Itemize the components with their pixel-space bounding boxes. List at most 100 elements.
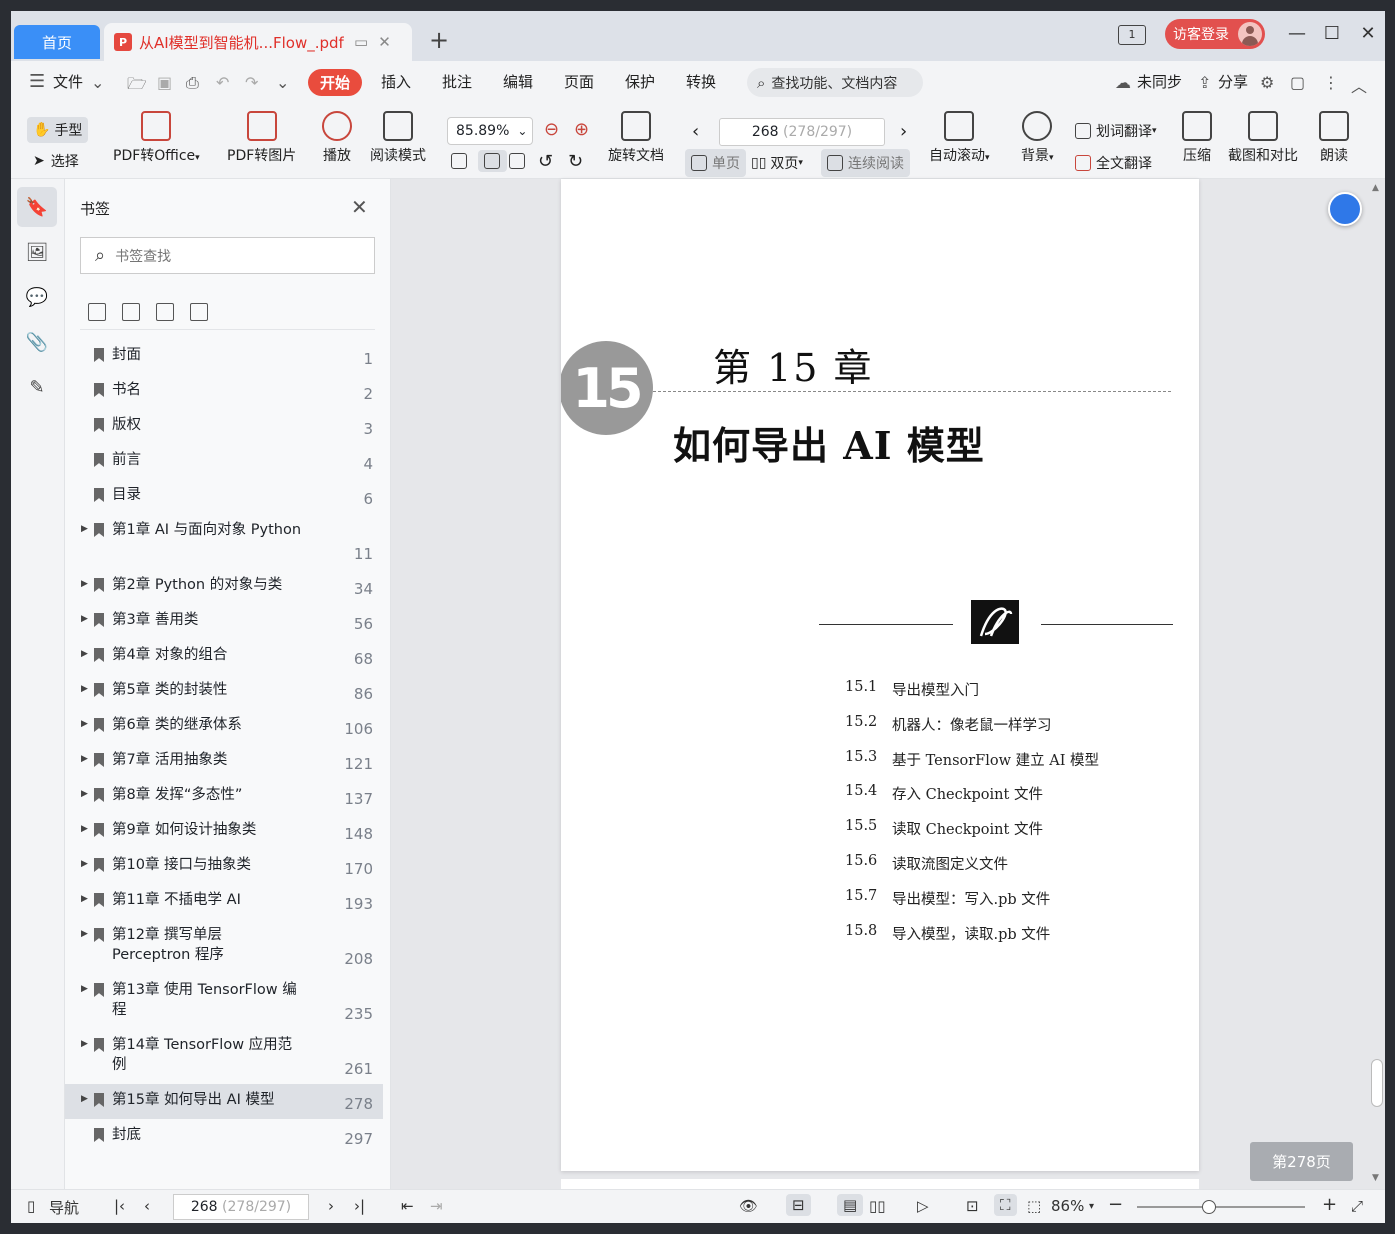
bookmark-item[interactable]: ▶ 第10章 接口与抽象类 170 [65,849,383,884]
word-translate-button[interactable]: 划词翻译 ▾ [1075,121,1157,141]
share-icon[interactable]: ⇪ [1198,73,1211,92]
share-button[interactable]: 分享 [1218,71,1248,92]
pdf-to-image-button[interactable]: PDF转图片 [227,111,296,165]
expand-arrow-icon[interactable]: ▶ [81,684,88,694]
bookmark-item[interactable]: ▶ 第14章 TensorFlow 应用范例 261 [65,1029,383,1084]
scrollbar-thumb[interactable] [1371,1059,1383,1107]
comment-icon[interactable]: 💬 [17,277,57,317]
settings-icon[interactable]: ⚙ [1260,73,1274,92]
expand-arrow-icon[interactable]: ▶ [81,984,88,994]
play-button[interactable]: 播放 [322,111,352,165]
bookmark-item[interactable]: ▶ 第8章 发挥“多态性” 137 [65,779,383,814]
status-zoom-value[interactable]: 86% [1051,1197,1084,1215]
attachment-icon[interactable]: 📎 [17,322,57,362]
actual-size-icon[interactable] [451,153,472,169]
close-icon[interactable]: ✕ [351,195,368,219]
close-window-icon[interactable]: ✕ [1356,23,1380,44]
nav-toggle-button[interactable]: 导航 [49,1197,79,1218]
expand-arrow-icon[interactable]: ▶ [81,614,88,624]
play-icon[interactable]: ▷ [917,1197,929,1215]
pdf-to-office-button[interactable]: PDF转Office▾ [113,111,200,165]
maximize-icon[interactable]: ☐ [1320,23,1344,44]
menu-tab-convert[interactable]: 转换 [686,71,716,92]
chevron-down-icon[interactable]: ⌄ [91,73,104,92]
double-page-button[interactable]: ▯▯ 双页 ▾ [751,153,803,173]
menu-tab-start[interactable]: 开始 [308,69,362,96]
zoom-select[interactable]: 85.89% ⌄ [447,117,533,145]
bookmark-item[interactable]: ▶ 第7章 活用抽象类 121 [65,744,383,779]
eye-protection-icon[interactable]: 👁 [739,1197,758,1215]
fit-page-icon[interactable] [478,150,507,172]
pin-icon[interactable]: ▭ [354,33,368,51]
first-page-icon[interactable]: |‹ [114,1197,125,1215]
zoom-in-icon[interactable]: + [1322,1194,1337,1215]
add-bookmark-icon[interactable] [156,303,174,321]
menu-tab-page[interactable]: 页面 [564,71,594,92]
chevron-down-icon[interactable]: ▾ [1089,1201,1094,1212]
continuous-read-button[interactable]: 连续阅读 [821,149,910,177]
background-button[interactable]: 背景▾ [1021,111,1054,165]
bookmark-item[interactable]: ▶ 第5章 类的封装性 86 [65,674,383,709]
more-options-icon[interactable]: ⋮ [1323,73,1339,92]
bookmark-item[interactable]: 封底 297 [65,1119,383,1154]
forward-icon[interactable]: ⇥ [430,1197,443,1215]
bookmark-item[interactable]: ▶ 第9章 如何设计抽象类 148 [65,814,383,849]
single-page-button[interactable]: 单页 [685,149,746,177]
scroll-up-icon[interactable]: ▲ [1372,183,1379,193]
bookmark-item[interactable]: 前言 4 [65,444,383,479]
signature-icon[interactable]: ✎ [17,367,57,407]
menu-tab-protect[interactable]: 保护 [625,71,655,92]
document-viewer[interactable]: 15 第 15 章 如何导出 AI 模型 15.1 导出模型入门 15.2 机器人：… [391,179,1385,1191]
fit-width-icon[interactable] [509,153,530,169]
bookmark-item[interactable]: 目录 6 [65,479,383,514]
zoom-in-icon[interactable]: ⊕ [574,119,589,140]
more-chevron-icon[interactable]: ⌄ [276,73,289,92]
expand-arrow-icon[interactable]: ▶ [81,824,88,834]
new-tab-button[interactable]: + [429,27,449,53]
auto-scroll-button[interactable]: 自动滚动▾ [929,111,990,165]
print-icon[interactable]: ⎙ [186,73,199,93]
fit-page-icon[interactable]: ⛶ [994,1194,1017,1216]
expand-arrow-icon[interactable]: ▶ [81,524,88,534]
expand-arrow-icon[interactable]: ▶ [81,1094,88,1104]
scroll-down-icon[interactable]: ▼ [1372,1173,1379,1183]
back-icon[interactable]: ⇤ [401,1197,414,1215]
save-icon[interactable]: ▣ [157,73,172,92]
fit-width-icon[interactable]: ⬚ [1027,1197,1041,1215]
bookmark-item[interactable]: ▶ 第4章 对象的组合 68 [65,639,383,674]
collapse-all-icon[interactable] [122,303,140,321]
bookmark-panel-icon[interactable]: 🔖 [17,187,57,227]
bookmark-item[interactable]: 书名 2 [65,374,383,409]
zoom-out-icon[interactable]: − [1108,1194,1123,1215]
expand-all-icon[interactable] [88,303,106,321]
full-translate-button[interactable]: 全文翻译 [1075,153,1152,173]
expand-arrow-icon[interactable]: ▶ [81,929,88,939]
read-aloud-button[interactable]: 朗读 [1319,111,1349,165]
bookmark-item[interactable]: ▶ 第11章 不插电学 AI 193 [65,884,383,919]
cloud-sync-icon[interactable]: ☁ [1115,73,1131,92]
expand-arrow-icon[interactable]: ▶ [81,719,88,729]
bookmark-search-input[interactable] [115,247,316,264]
bookmark-item[interactable]: 封面 1 [65,339,383,374]
remove-bookmark-icon[interactable] [190,303,208,321]
menu-file[interactable]: 文件 [53,71,83,92]
bookmark-item[interactable]: ▶ 第3章 善用类 56 [65,604,383,639]
menu-tab-annotate[interactable]: 批注 [442,71,472,92]
previous-page-icon[interactable]: ‹ [692,121,699,142]
floating-tool-icon[interactable] [1328,192,1362,226]
status-page-input[interactable]: 268 (278/297) [173,1194,309,1220]
rotate-document-button[interactable]: 旋转文档 [608,111,664,165]
vertical-scrollbar[interactable]: ▲ ▼ [1369,179,1385,1189]
hand-tool-button[interactable]: ✋ 手型 [27,117,89,143]
single-page-view-icon[interactable]: ▤ [837,1194,864,1216]
actual-size-icon[interactable]: ⊡ [966,1197,979,1215]
screenshot-compare-button[interactable]: 截图和对比 [1228,111,1298,165]
expand-arrow-icon[interactable]: ▶ [81,859,88,869]
expand-arrow-icon[interactable]: ▶ [81,1039,88,1049]
sync-status[interactable]: 未同步 [1137,71,1182,92]
continuous-view-icon[interactable]: ⊟ [786,1194,811,1216]
thumbnail-icon[interactable]: 🖼 [17,232,57,272]
next-page-icon[interactable]: › [328,1197,334,1215]
page-number-input[interactable]: 268 (278/297) [719,118,885,146]
feedback-icon[interactable]: ▢ [1290,73,1305,92]
